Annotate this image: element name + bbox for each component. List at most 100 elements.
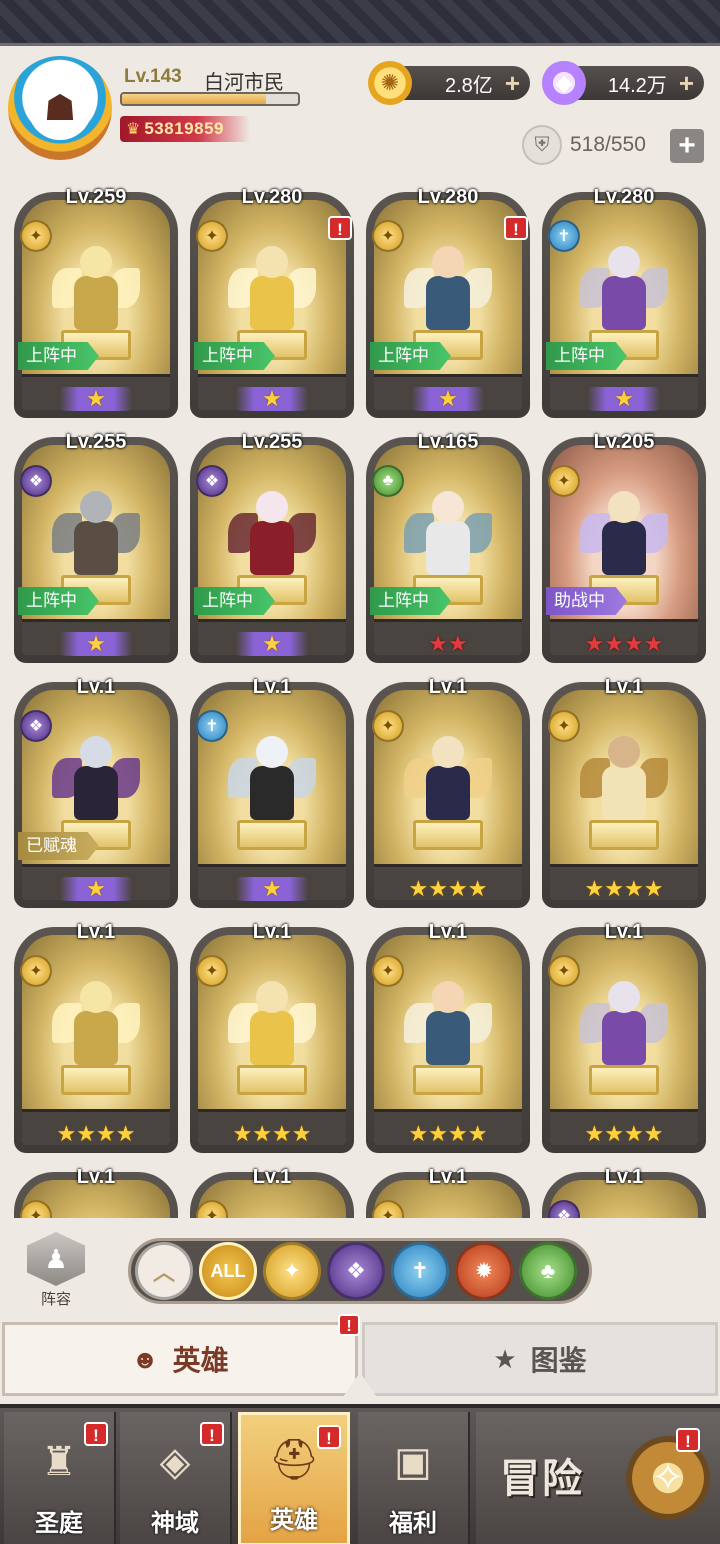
- hero-card[interactable]: Lv.255 ❖ 上阵中 ★: [190, 431, 354, 663]
- hero-card[interactable]: Lv.1✦★★★★: [542, 921, 706, 1153]
- nav-divine[interactable]: ◈ 神域 !: [120, 1412, 232, 1544]
- star-icon: ★: [408, 1121, 429, 1146]
- filter-nature-button[interactable]: ♣: [519, 1242, 577, 1300]
- filter-dark-button[interactable]: ❖: [327, 1242, 385, 1300]
- add-gem-icon[interactable]: +: [679, 70, 694, 96]
- sprite-part: [80, 491, 112, 523]
- dark-faction-icon: ❖: [346, 1258, 366, 1283]
- sprite-part: [74, 521, 118, 575]
- tab-heroes[interactable]: ☻ 英雄: [2, 1322, 358, 1396]
- gem-currency[interactable]: ◆ 14.2万 +: [542, 61, 704, 105]
- bottom-nav: ♜ 圣庭 ! ◈ 神域 ! ⛑ 英雄 ! ▣ 福利 冒险 ✧ !: [0, 1404, 720, 1544]
- lineup-button[interactable]: ♟ 阵容: [18, 1232, 94, 1310]
- hero-card[interactable]: Lv.1✦★★★★: [190, 1166, 354, 1218]
- hero-level: Lv.165: [417, 431, 479, 453]
- sprite-part: [602, 276, 646, 330]
- nav-courtyard[interactable]: ♜ 圣庭 !: [4, 1412, 116, 1544]
- gold-coin-icon: ✺: [368, 61, 412, 105]
- hero-level: Lv.1: [252, 921, 292, 943]
- hero-stars: ★ ★ ★ ★: [190, 1119, 354, 1149]
- star-icon: ★: [76, 1121, 96, 1146]
- hero-card[interactable]: Lv.1 ✦ ★★★★: [190, 921, 354, 1153]
- hero-sprite: [404, 238, 492, 348]
- nav-heroes[interactable]: ⛑ 英雄 !: [238, 1412, 350, 1544]
- hero-level: Lv.205: [593, 431, 655, 453]
- hero-sprite: [228, 728, 316, 838]
- add-gold-icon[interactable]: +: [505, 70, 520, 96]
- water-faction-icon: ✝: [548, 220, 580, 252]
- star-icon: ★: [291, 1121, 312, 1146]
- hero-level: Lv.280: [593, 186, 655, 208]
- filter-light-button[interactable]: ✦: [263, 1242, 321, 1300]
- hero-card[interactable]: Lv.1✦★★★★: [542, 676, 706, 908]
- star-icon: ★: [438, 386, 458, 411]
- wing-rank-badge: ★: [412, 387, 484, 411]
- star-icon: ★: [584, 631, 605, 656]
- player-avatar[interactable]: ☗: [8, 56, 112, 160]
- hero-card[interactable]: Lv.1 ✝ ★: [190, 676, 354, 908]
- sprite-part: [256, 246, 288, 278]
- hero-card[interactable]: Lv.1✦★★★★: [14, 1166, 178, 1218]
- expand-capacity-button[interactable]: +: [670, 129, 704, 163]
- sprite-part: [426, 521, 470, 575]
- hero-card[interactable]: Lv.280 ✦! 上阵中 ★: [366, 186, 530, 418]
- hero-card[interactable]: Lv.280 ✦! 上阵中 ★: [190, 186, 354, 418]
- nav-courtyard-label: 圣庭: [35, 1510, 83, 1537]
- hero-sprite: [404, 973, 492, 1083]
- hero-card[interactable]: Lv.205 ✦ 助战中 ★ ★ ★ ★: [542, 431, 706, 663]
- nav-adventure[interactable]: 冒险 ✧ !: [476, 1412, 720, 1544]
- star-icon: ★: [115, 1121, 136, 1146]
- sprite-part: [608, 981, 640, 1013]
- star-icon: ★: [448, 631, 468, 656]
- hero-card[interactable]: Lv.1✦★★★★: [366, 1166, 530, 1218]
- chevron-up-icon: ︿: [152, 1260, 175, 1285]
- hero-card[interactable]: Lv.1✦★★★★: [366, 676, 530, 908]
- player-name: 白河市民: [204, 72, 284, 94]
- hero-card[interactable]: Lv.280 ✝ 上阵中 ★: [542, 186, 706, 418]
- player-level: Lv.143: [124, 66, 182, 87]
- hero-card[interactable]: Lv.165 ♣ 上阵中 ★ ★: [366, 431, 530, 663]
- star-icon: ★: [262, 386, 282, 411]
- hero-level: Lv.1: [428, 921, 468, 943]
- hero-card[interactable]: Lv.1✦★★★★: [14, 921, 178, 1153]
- sprite-part: [74, 1011, 118, 1065]
- filter-water-button[interactable]: ✝: [391, 1242, 449, 1300]
- hero-level: Lv.280: [417, 186, 479, 208]
- gold-currency[interactable]: ✺ 2.8亿 +: [368, 61, 530, 105]
- star-icon: ★: [262, 631, 282, 656]
- hero-stars: ★: [14, 629, 178, 659]
- star-icon: ★: [624, 1121, 644, 1146]
- hero-card[interactable]: Lv.255 ❖ 上阵中 ★: [14, 431, 178, 663]
- combat-power: ♛ 53819859: [120, 116, 250, 142]
- hero-sprite: [52, 238, 140, 348]
- nav-welfare[interactable]: ▣ 福利: [358, 1412, 470, 1544]
- light-faction-icon: ✦: [372, 220, 404, 252]
- filter-all-button[interactable]: ALL: [199, 1242, 257, 1300]
- nav-heroes-label: 英雄: [270, 1507, 318, 1534]
- sprite-part: [608, 246, 640, 278]
- hero-sprite: [580, 483, 668, 593]
- star-icon: ★: [624, 631, 644, 656]
- star-icon: ★: [467, 876, 488, 901]
- hero-card[interactable]: Lv.259 ✦ 上阵中 ★: [14, 186, 178, 418]
- exp-fill: [122, 94, 267, 104]
- tab-codex[interactable]: ★ 图鉴: [362, 1322, 718, 1396]
- hero-level: Lv.1: [604, 676, 644, 698]
- light-faction-icon: ✦: [196, 955, 228, 987]
- hero-level: Lv.255: [65, 431, 127, 453]
- hero-alert-badge: !: [328, 216, 352, 240]
- nav-adventure-label: 冒险: [500, 1457, 584, 1501]
- capacity-value: 518/550: [570, 133, 646, 156]
- filter-fire-button[interactable]: ✹: [455, 1242, 513, 1300]
- star-icon: ★: [86, 631, 106, 656]
- hero-card[interactable]: Lv.1✦★★★★: [366, 921, 530, 1153]
- star-icon: ★: [86, 876, 106, 901]
- hero-capacity: ⛨ 518/550: [522, 125, 672, 165]
- nav-divine-label: 神域: [151, 1510, 199, 1537]
- sort-up-button[interactable]: ︿: [135, 1242, 193, 1300]
- hero-level: Lv.1: [604, 921, 644, 943]
- hero-card[interactable]: Lv.1 ❖ 已赋魂 ★: [14, 676, 178, 908]
- hero-stars: ★ ★ ★ ★: [542, 629, 706, 659]
- hero-card[interactable]: Lv.1❖★★★★: [542, 1166, 706, 1218]
- sprite-part: [250, 1011, 294, 1065]
